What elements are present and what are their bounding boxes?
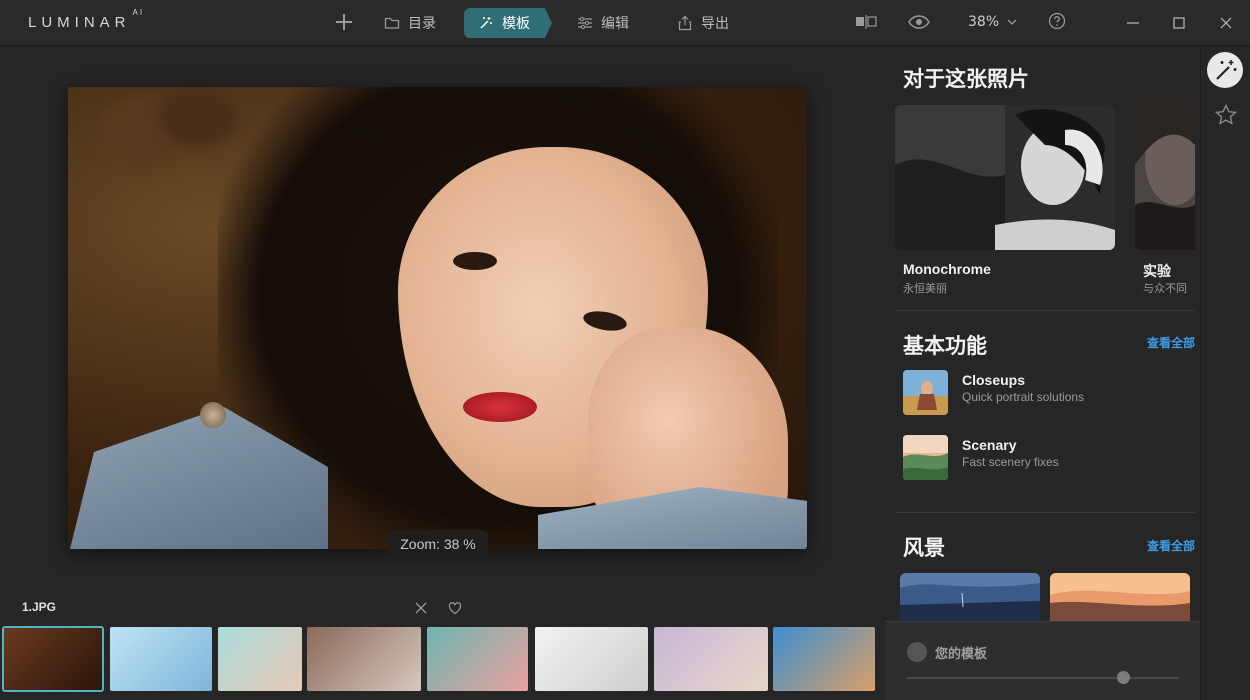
- close-image-button[interactable]: [414, 600, 428, 614]
- sliders-icon: [578, 16, 592, 30]
- luminar-app: LUMINARAI 目录 模板 编辑 导出 38% Zoom: 38 % 1.J…: [0, 0, 1250, 700]
- photo-lips: [463, 392, 537, 422]
- folder-icon: [384, 17, 400, 29]
- tab-edit[interactable]: 编辑: [577, 8, 629, 38]
- eye-icon: [908, 15, 930, 29]
- template-card-experiment[interactable]: [1135, 105, 1195, 250]
- scenary-subtitle: Fast scenery fixes: [962, 455, 1059, 469]
- zoom-indicator: Zoom: 38 %: [388, 530, 488, 558]
- section-title-basics: 基本功能: [903, 334, 987, 358]
- see-all-landscape-link[interactable]: 查看全部: [1147, 537, 1195, 554]
- filmstrip-thumb-1[interactable]: [2, 626, 104, 692]
- card-title: 实验: [1143, 263, 1171, 279]
- section-divider: [895, 310, 1195, 311]
- tab-templates[interactable]: 模板: [464, 8, 552, 38]
- help-button[interactable]: [1048, 12, 1066, 30]
- star-icon: [1214, 103, 1238, 125]
- current-file-name: 1.JPG: [22, 600, 57, 614]
- closeups-thumb[interactable]: [903, 370, 948, 415]
- main-photo[interactable]: [68, 87, 807, 549]
- card-subtitle: 永恒美丽: [903, 282, 947, 295]
- minimize-icon: [1127, 22, 1139, 24]
- magic-wand-icon: [1216, 60, 1237, 80]
- filmstrip-thumb-7[interactable]: [654, 627, 768, 691]
- maximize-button[interactable]: [1170, 14, 1188, 32]
- zoom-dropdown[interactable]: 38%: [968, 14, 1017, 30]
- see-all-basics-link[interactable]: 查看全部: [1147, 334, 1195, 351]
- filmstrip-thumb-5[interactable]: [427, 627, 528, 691]
- plus-icon: [336, 14, 352, 30]
- add-image-button[interactable]: [333, 11, 355, 33]
- favorite-button[interactable]: [448, 600, 462, 615]
- card-image: [900, 573, 1040, 623]
- template-card-monochrome[interactable]: [895, 105, 1115, 250]
- magic-wand-icon: [480, 17, 492, 29]
- chevron-down-icon: [1007, 19, 1017, 25]
- side-icon-bar: [1200, 46, 1250, 700]
- card-image: [1135, 105, 1195, 250]
- section-title-about: 对于这张照片: [903, 67, 1029, 91]
- filmstrip-thumb-4[interactable]: [307, 627, 421, 691]
- section-divider: [895, 512, 1195, 513]
- item-image: [903, 370, 948, 415]
- ai-templates-button[interactable]: [1207, 52, 1243, 88]
- heart-icon: [448, 602, 462, 615]
- card-subtitle: 与众不同: [1143, 282, 1187, 295]
- close-icon: [1220, 17, 1232, 29]
- landscape-card-2[interactable]: [1050, 573, 1190, 623]
- scenary-title: Scenary: [962, 437, 1017, 453]
- my-templates-label: 您的模板: [935, 647, 988, 662]
- section-title-landscape: 风景: [903, 536, 945, 560]
- tab-templates-label: 模板: [502, 16, 530, 32]
- zoom-value: 38%: [968, 14, 1000, 30]
- help-icon: [1048, 12, 1066, 30]
- top-toolbar: LUMINARAI 目录 模板 编辑 导出 38%: [0, 0, 1250, 46]
- card-image: [895, 105, 1115, 250]
- closeups-subtitle: Quick portrait solutions: [962, 390, 1085, 404]
- preview-button[interactable]: [908, 12, 930, 32]
- logo-suffix: AI: [132, 8, 145, 17]
- tab-export-label: 导出: [701, 16, 729, 32]
- photo-jacket-button: [200, 402, 226, 428]
- filmstrip-thumb-2[interactable]: [110, 627, 212, 691]
- closeups-title: Closeups: [962, 372, 1026, 388]
- app-logo: LUMINARAI: [28, 8, 144, 31]
- item-image: [903, 435, 948, 480]
- my-templates-bar: 您的模板: [885, 621, 1200, 700]
- card-image: [1050, 573, 1190, 623]
- close-icon: [415, 602, 427, 614]
- maximize-icon: [1173, 17, 1185, 29]
- compare-button[interactable]: [855, 12, 877, 32]
- logo-text: LUMINAR: [28, 14, 131, 31]
- filmstrip-thumb-6[interactable]: [535, 627, 648, 691]
- slider-handle[interactable]: [1117, 671, 1130, 684]
- share-icon: [678, 15, 692, 31]
- tab-catalog[interactable]: 目录: [384, 8, 436, 38]
- filmstrip-thumb-3[interactable]: [218, 627, 302, 691]
- photo-eye: [453, 252, 497, 270]
- compare-icon: [856, 15, 877, 29]
- templates-panel: 对于这张照片 Monochrome 永恒美丽 实验 与众不同 基本功能 查看全部…: [885, 46, 1200, 700]
- card-title: Monochrome: [903, 261, 991, 277]
- scenary-thumb[interactable]: [903, 435, 948, 480]
- template-amount-slider[interactable]: [907, 677, 1179, 679]
- tab-catalog-label: 目录: [408, 16, 436, 32]
- my-templates-toggle[interactable]: [907, 642, 927, 662]
- tab-edit-label: 编辑: [601, 16, 629, 32]
- close-window-button[interactable]: [1217, 14, 1235, 32]
- filmstrip: [0, 626, 885, 692]
- filmstrip-thumb-8[interactable]: [773, 627, 875, 691]
- landscape-card-1[interactable]: [900, 573, 1040, 623]
- tab-export[interactable]: 导出: [677, 8, 729, 38]
- favorites-button[interactable]: [1214, 103, 1238, 127]
- minimize-button[interactable]: [1124, 14, 1142, 32]
